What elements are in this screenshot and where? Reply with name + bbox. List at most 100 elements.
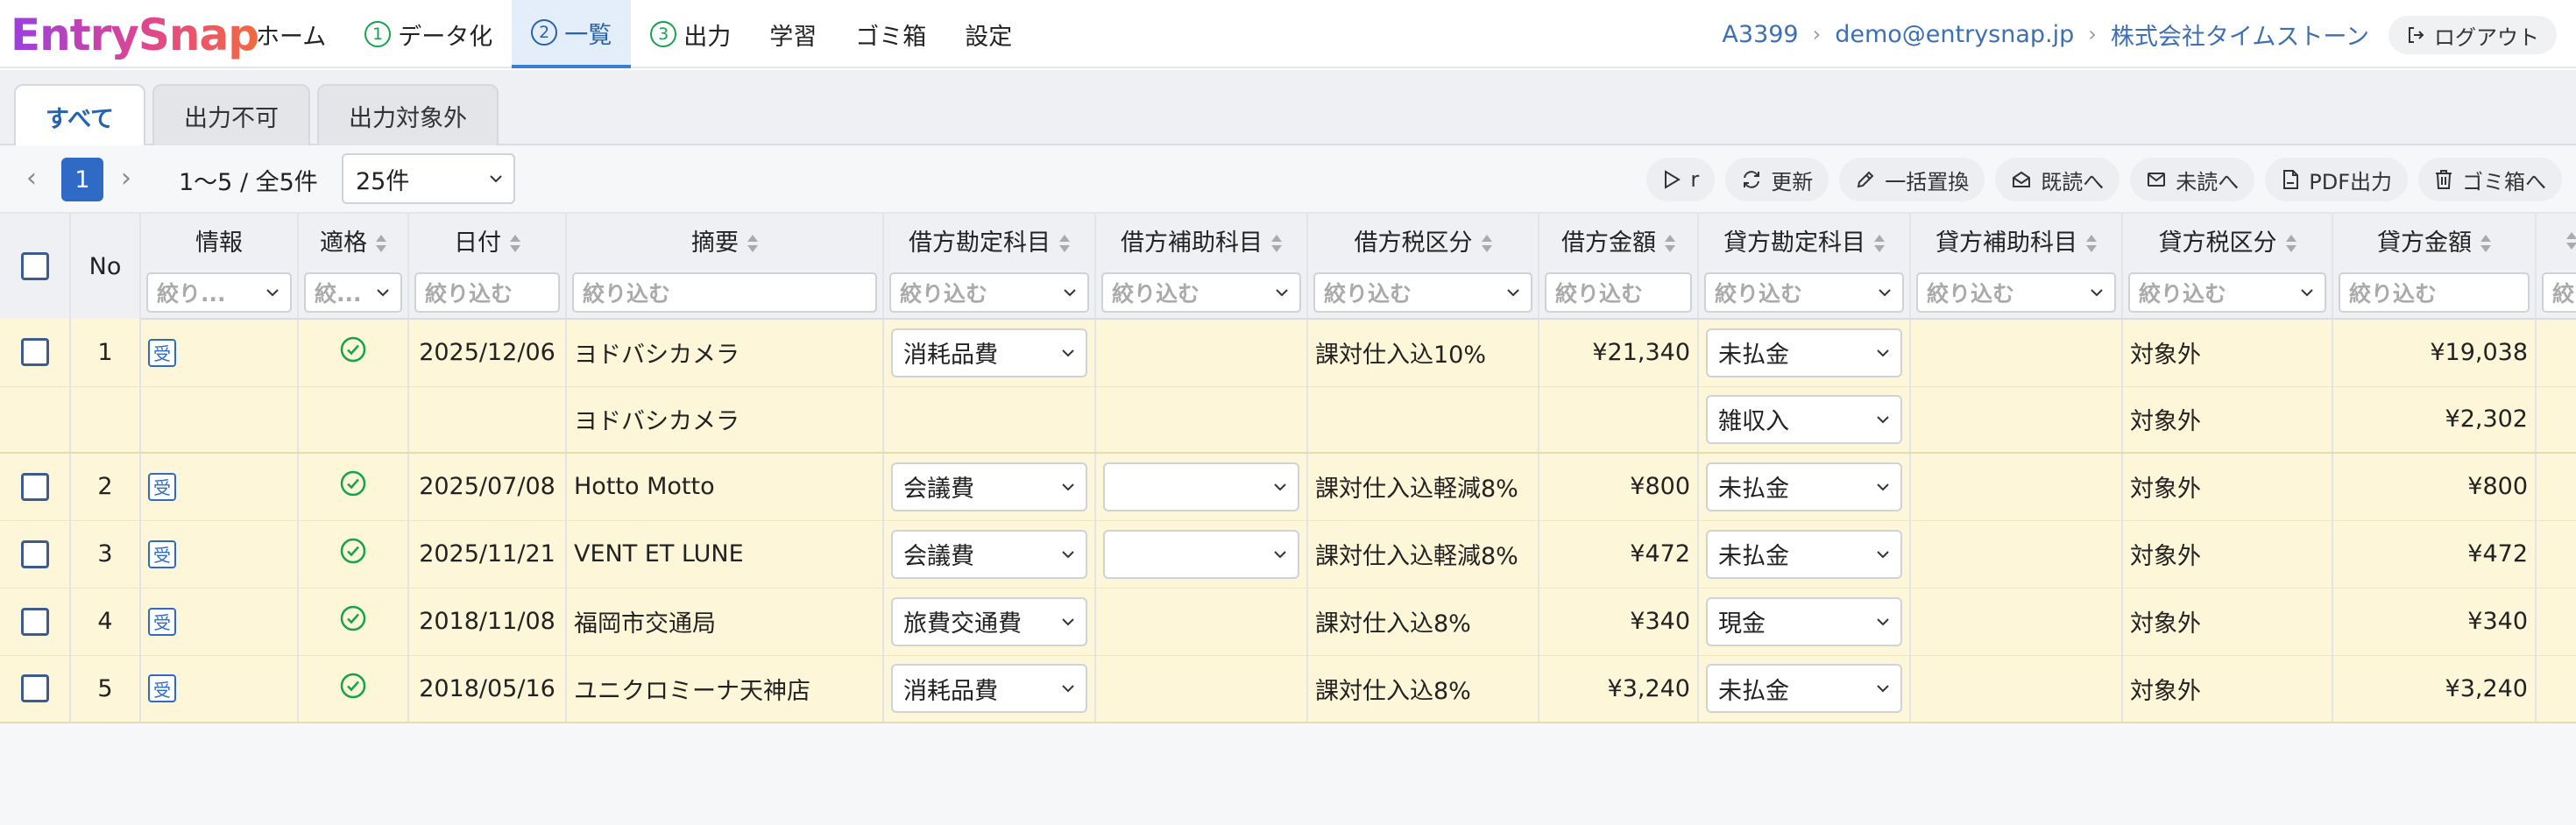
filter-credit-amount-input[interactable]: 絞り込む xyxy=(2339,271,2530,313)
current-page-button[interactable]: 1 xyxy=(61,158,103,201)
refresh-button[interactable]: 更新 xyxy=(1725,158,1829,201)
table-sub-row[interactable]: ヨドバシカメラ 雑収入 対象外 ¥2,302 xyxy=(0,386,2576,454)
filter-overflow-input[interactable]: 絞り xyxy=(2542,271,2576,313)
nav-export[interactable]: 3 出力 xyxy=(631,0,750,68)
row-summary[interactable]: VENT ET LUNE xyxy=(566,520,884,589)
col-credit-account[interactable]: 貸方勘定科目 xyxy=(1698,214,1911,266)
tab-all[interactable]: すべて xyxy=(14,84,146,147)
table-row[interactable]: 3 受 2025/11/21 VENT ET LUNE 会議費 課対仕入込軽減8% ¥472… xyxy=(0,520,2576,589)
credit-account-select[interactable]: 未払金 xyxy=(1706,328,1902,377)
col-debit-tax[interactable]: 借方税区分 xyxy=(1307,214,1539,266)
row-checkbox[interactable] xyxy=(20,607,49,636)
mark-read-button[interactable]: 既読へ xyxy=(1995,158,2120,201)
credit-account-select[interactable]: 未払金 xyxy=(1706,462,1902,511)
filter-credit-sub-select[interactable]: 絞り込む xyxy=(1916,271,2116,313)
filter-debit-tax-select[interactable]: 絞り込む xyxy=(1313,271,1532,313)
col-debit-amount[interactable]: 借方金額 xyxy=(1539,214,1699,266)
row-credit-amount[interactable]: ¥800 xyxy=(2332,453,2537,521)
row-debit-tax[interactable]: 課対仕入込軽減8% xyxy=(1307,520,1539,589)
col-credit-sub[interactable]: 貸方補助科目 xyxy=(1910,214,2123,266)
filter-credit-tax-select[interactable]: 絞り込む xyxy=(2128,271,2326,313)
prev-page-icon[interactable]: ‹ xyxy=(26,163,37,194)
table-row[interactable]: 2 受 2025/07/08 Hotto Motto 会議費 課対仕入込軽減8% ¥800 未… xyxy=(0,453,2576,521)
row-credit-amount[interactable]: ¥472 xyxy=(2332,520,2537,589)
receipt-badge-icon[interactable]: 受 xyxy=(148,607,176,636)
journal-table-container[interactable]: No 情報 適格 日付 摘要 借方勘定科目 借方補助科目 借方税区分 借方金額 … xyxy=(0,214,2576,825)
row-debit-amount[interactable]: ¥800 xyxy=(1539,453,1699,521)
row-checkbox[interactable] xyxy=(20,674,49,703)
row-checkbox[interactable] xyxy=(20,338,49,367)
credit-account-select[interactable]: 現金 xyxy=(1706,596,1902,646)
debit-account-select[interactable]: 旅費交通費 xyxy=(891,596,1087,646)
row-date[interactable]: 2018/11/08 xyxy=(408,588,567,656)
row-debit-amount[interactable]: ¥472 xyxy=(1539,520,1699,589)
bulk-replace-button[interactable]: 一括置換 xyxy=(1839,158,1985,201)
tab-excluded[interactable]: 出力対象外 xyxy=(317,84,499,145)
next-page-icon[interactable]: › xyxy=(121,163,131,194)
receipt-badge-icon[interactable]: 受 xyxy=(148,539,176,568)
debit-account-select[interactable]: 消耗品費 xyxy=(891,328,1087,377)
col-credit-amount[interactable]: 貸方金額 xyxy=(2332,214,2537,266)
receipt-badge-icon[interactable]: 受 xyxy=(148,338,176,367)
filter-credit-account-select[interactable]: 絞り込む xyxy=(1704,271,1904,313)
row-summary[interactable]: ユニクロミーナ天神店 xyxy=(566,655,884,723)
nav-trash[interactable]: ゴミ箱 xyxy=(836,0,945,68)
col-info[interactable]: 情報 xyxy=(140,214,299,266)
row-date[interactable]: 2025/11/21 xyxy=(408,520,567,589)
col-debit-account[interactable]: 借方勘定科目 xyxy=(883,214,1096,266)
row-credit-tax[interactable]: 対象外 xyxy=(2122,453,2333,521)
nav-digitize[interactable]: 1 データ化 xyxy=(345,0,512,68)
row-summary[interactable]: ヨドバシカメラ xyxy=(566,319,884,387)
breadcrumb-code[interactable]: A3399 xyxy=(1722,21,1798,48)
mark-unread-button[interactable]: 未読へ xyxy=(2130,158,2255,201)
col-summary[interactable]: 摘要 xyxy=(566,214,884,266)
col-credit-tax[interactable]: 貸方税区分 xyxy=(2122,214,2333,266)
table-row[interactable]: 5 受 2018/05/16 ユニクロミーナ天神店 消耗品費 課対仕入込8% ¥3,240 未… xyxy=(0,655,2576,723)
breadcrumb-email[interactable]: demo@entrysnap.jp xyxy=(1835,21,2074,48)
credit-account-select[interactable]: 未払金 xyxy=(1706,664,1902,714)
receipt-badge-icon[interactable]: 受 xyxy=(148,674,176,703)
row-debit-tax[interactable]: 課対仕入込10% xyxy=(1307,319,1539,387)
row-summary[interactable]: Hotto Motto xyxy=(566,453,884,521)
nav-home[interactable]: ホーム xyxy=(237,0,345,68)
row-summary[interactable]: ヨドバシカメラ xyxy=(566,386,884,454)
row-debit-amount[interactable]: ¥3,240 xyxy=(1539,655,1699,723)
row-credit-amount[interactable]: ¥3,240 xyxy=(2332,655,2537,723)
row-date[interactable]: 2018/05/16 xyxy=(408,655,567,723)
row-credit-tax[interactable]: 対象外 xyxy=(2122,319,2333,387)
receipt-badge-icon[interactable]: 受 xyxy=(148,472,176,501)
logout-button[interactable]: ログアウト xyxy=(2388,16,2557,54)
row-checkbox[interactable] xyxy=(20,539,49,568)
debit-account-select[interactable]: 消耗品費 xyxy=(891,664,1087,714)
row-debit-tax[interactable]: 課対仕入込8% xyxy=(1307,655,1539,723)
filter-debit-amount-input[interactable]: 絞り込む xyxy=(1545,271,1692,313)
filter-fit-select[interactable]: 絞... xyxy=(304,271,402,313)
credit-account-select[interactable]: 雑収入 xyxy=(1706,394,1902,444)
row-debit-amount[interactable]: ¥340 xyxy=(1539,588,1699,656)
row-debit-tax[interactable]: 課対仕入込軽減8% xyxy=(1307,453,1539,521)
row-credit-tax[interactable]: 対象外 xyxy=(2122,655,2333,723)
row-credit-tax[interactable]: 対象外 xyxy=(2122,588,2333,656)
move-to-trash-button[interactable]: ゴミ箱へ xyxy=(2418,158,2562,201)
filter-debit-account-select[interactable]: 絞り込む xyxy=(889,271,1089,313)
col-debit-sub[interactable]: 借方補助科目 xyxy=(1095,214,1308,266)
select-all-checkbox[interactable] xyxy=(20,252,49,280)
filter-info-select[interactable]: 絞り... xyxy=(146,271,292,313)
row-date[interactable]: 2025/07/08 xyxy=(408,453,567,521)
row-credit-amount[interactable]: ¥340 xyxy=(2332,588,2537,656)
tab-not-exportable[interactable]: 出力不可 xyxy=(152,84,310,145)
filter-debit-sub-select[interactable]: 絞り込む xyxy=(1101,271,1301,313)
credit-account-select[interactable]: 未払金 xyxy=(1706,529,1902,579)
row-credit-amount[interactable]: ¥19,038 xyxy=(2332,319,2537,387)
row-credit-amount[interactable]: ¥2,302 xyxy=(2332,386,2537,454)
debit-sub-select[interactable] xyxy=(1103,529,1299,579)
nav-settings[interactable]: 設定 xyxy=(945,0,1031,68)
row-summary[interactable]: 福岡市交通局 xyxy=(566,588,884,656)
app-logo[interactable]: EntrySnap xyxy=(11,9,259,61)
row-debit-tax[interactable]: 課対仕入込8% xyxy=(1307,588,1539,656)
debit-account-select[interactable]: 会議費 xyxy=(891,462,1087,511)
debit-account-select[interactable]: 会議費 xyxy=(891,529,1087,579)
pdf-export-button[interactable]: PDF出力 xyxy=(2265,158,2408,201)
filter-summary-input[interactable]: 絞り込む xyxy=(572,271,877,313)
debit-sub-select[interactable] xyxy=(1103,462,1299,511)
